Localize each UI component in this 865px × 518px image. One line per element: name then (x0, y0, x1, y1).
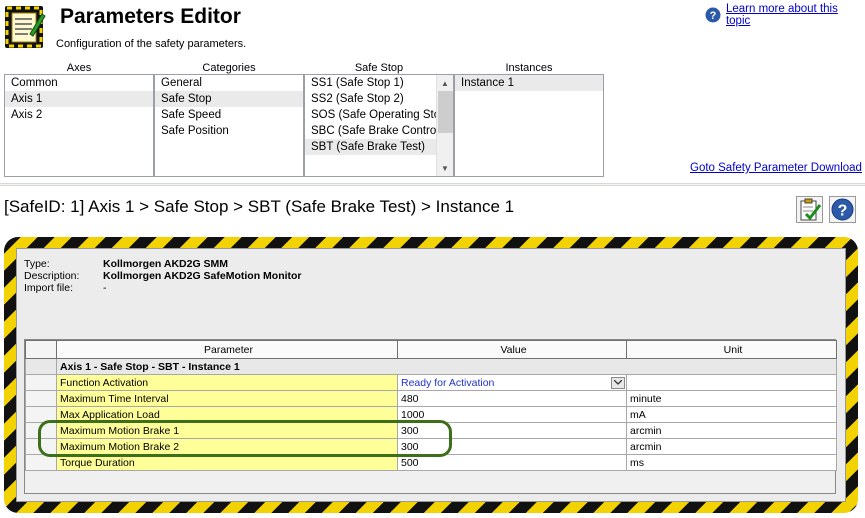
device-info: Type: Kollmorgen AKD2G SMM Description: … (24, 258, 302, 294)
unit-value: ms (626, 454, 837, 471)
help-circle-icon: ? (705, 7, 721, 23)
category-item-general[interactable]: General (155, 75, 303, 91)
import-file-label: Import file: (24, 282, 74, 294)
safe-stop-item-sos[interactable]: SOS (Safe Operating Stop) (305, 107, 437, 123)
parameters-editor-logo-icon (4, 4, 46, 50)
row-header[interactable] (25, 374, 57, 391)
group-row: Axis 1 - Safe Stop - SBT - Instance 1 (25, 358, 837, 375)
safe-stop-item-ss1[interactable]: SS1 (Safe Stop 1) (305, 75, 437, 91)
help-topic-link[interactable]: ? Learn more about this topic (705, 3, 865, 27)
parameter-name: Function Activation (56, 374, 398, 391)
scroll-up-icon[interactable]: ▲ (437, 75, 453, 91)
unit-value: arcmin (626, 422, 837, 439)
safe-stop-list[interactable]: SS1 (Safe Stop 1) SS2 (Safe Stop 2) SOS … (304, 74, 454, 177)
safe-stop-header: Safe Stop (354, 62, 404, 74)
value-dropdown-text[interactable]: Ready for Activation (401, 377, 494, 389)
unit-value: mA (626, 406, 837, 423)
type-value: Kollmorgen AKD2G SMM (103, 258, 229, 270)
scroll-down-icon[interactable]: ▼ (437, 160, 453, 176)
description-value: Kollmorgen AKD2G SafeMotion Monitor (103, 270, 302, 282)
axes-header: Axes (66, 62, 92, 74)
axes-item-common[interactable]: Common (5, 75, 153, 91)
row-header[interactable] (25, 390, 57, 407)
highlight-ring (38, 420, 452, 457)
categories-list[interactable]: General Safe Stop Safe Speed Safe Positi… (154, 74, 304, 177)
instances-list[interactable]: Instance 1 (454, 74, 604, 177)
breadcrumb: [SafeID: 1] Axis 1 > Safe Stop > SBT (Sa… (4, 197, 515, 216)
goto-safety-parameter-download-link[interactable]: Goto Safety Parameter Download (690, 162, 862, 174)
parameter-grid: Parameter Value Unit Axis 1 - Safe Stop … (24, 339, 837, 494)
panel-splitter[interactable] (0, 183, 865, 186)
safe-stop-scrollbar[interactable]: ▲ ▼ (436, 75, 453, 176)
axes-list[interactable]: Common Axis 1 Axis 2 (4, 74, 154, 177)
help-icon[interactable]: ? (829, 196, 856, 223)
help-topic-link-label[interactable]: Learn more about this topic (726, 3, 865, 27)
axes-item-axis-2[interactable]: Axis 2 (5, 107, 153, 123)
chevron-down-icon[interactable] (611, 376, 625, 389)
parameter-name: Maximum Time Interval (56, 390, 398, 407)
svg-text:?: ? (710, 10, 717, 22)
category-item-safe-speed[interactable]: Safe Speed (155, 107, 303, 123)
unit-value: minute (626, 390, 837, 407)
categories-header: Categories (202, 62, 256, 74)
safe-stop-item-sbt[interactable]: SBT (Safe Brake Test) (305, 139, 437, 155)
row-header (25, 358, 57, 375)
page-subtitle: Configuration of the safety parameters. (56, 38, 247, 50)
column-header-unit[interactable]: Unit (626, 340, 837, 359)
category-item-safe-position[interactable]: Safe Position (155, 123, 303, 139)
instance-item-1[interactable]: Instance 1 (455, 75, 603, 91)
unit-value (626, 374, 837, 391)
unit-value: arcmin (626, 438, 837, 455)
safe-stop-item-sbc[interactable]: SBC (Safe Brake Control) (305, 123, 437, 139)
axes-item-axis-1[interactable]: Axis 1 (5, 91, 153, 107)
type-label: Type: (24, 258, 50, 270)
category-item-safe-stop[interactable]: Safe Stop (155, 91, 303, 107)
clipboard-check-icon[interactable] (796, 196, 823, 223)
import-file-value: - (103, 282, 107, 294)
column-header-parameter[interactable]: Parameter (56, 340, 398, 359)
table-row[interactable]: Function Activation Ready for Activation (25, 374, 837, 391)
column-header-value[interactable]: Value (397, 340, 627, 359)
table-row[interactable]: Maximum Time Interval 480 minute (25, 390, 837, 407)
value-dropdown[interactable]: Ready for Activation (397, 374, 627, 391)
scroll-thumb[interactable] (438, 91, 453, 133)
grid-header-row: Parameter Value Unit (25, 340, 837, 359)
safe-stop-item-ss2[interactable]: SS2 (Safe Stop 2) (305, 91, 437, 107)
value-input[interactable]: 480 (397, 390, 627, 407)
group-title: Axis 1 - Safe Stop - SBT - Instance 1 (56, 358, 837, 375)
row-header-corner (25, 340, 57, 359)
instances-header: Instances (505, 62, 553, 74)
page-title: Parameters Editor (60, 5, 241, 28)
description-label: Description: (24, 270, 80, 282)
svg-text:?: ? (838, 203, 848, 220)
